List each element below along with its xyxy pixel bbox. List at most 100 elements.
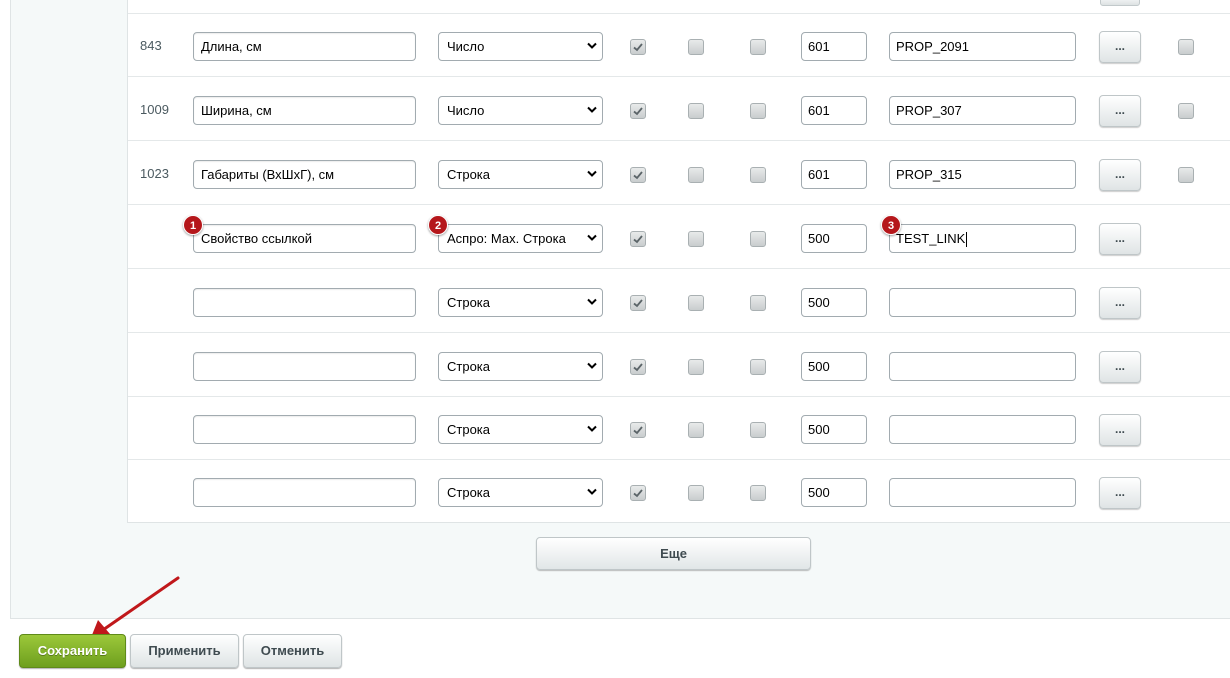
table-row-partial: [128, 0, 1230, 14]
more-button[interactable]: ...: [1099, 351, 1141, 383]
more-button[interactable]: ...: [1099, 31, 1141, 63]
property-code-input[interactable]: [889, 352, 1076, 381]
table-row: Строка 500 ...: [128, 397, 1230, 460]
multiple-checkbox[interactable]: [688, 231, 704, 247]
property-type-value: Аспро: Мах. Строка: [447, 231, 566, 246]
sort-input[interactable]: 500: [801, 224, 867, 253]
required-checkbox[interactable]: [750, 231, 766, 247]
property-code-input[interactable]: PROP_2091: [889, 32, 1076, 61]
sort-input[interactable]: 500: [801, 415, 867, 444]
delete-checkbox[interactable]: [1178, 103, 1194, 119]
property-code-input[interactable]: [889, 415, 1076, 444]
chevron-down-icon: [587, 425, 597, 432]
active-checkbox[interactable]: [630, 167, 646, 183]
property-type-select[interactable]: Строка: [438, 160, 603, 189]
sort-input[interactable]: 601: [801, 96, 867, 125]
check-icon: [633, 426, 643, 435]
delete-checkbox[interactable]: [1178, 39, 1194, 55]
active-checkbox[interactable]: [630, 422, 646, 438]
property-code-value: TEST_LINK: [896, 231, 966, 246]
apply-button[interactable]: Применить: [130, 634, 239, 668]
property-code-input[interactable]: [889, 478, 1076, 507]
more-button[interactable]: ...: [1099, 414, 1141, 446]
active-checkbox[interactable]: [630, 359, 646, 375]
required-checkbox[interactable]: [750, 167, 766, 183]
property-name-input[interactable]: [193, 478, 416, 507]
chevron-down-icon: [587, 42, 597, 49]
property-type-select[interactable]: Строка: [438, 288, 603, 317]
sort-input[interactable]: 601: [801, 160, 867, 189]
property-type-select[interactable]: Строка: [438, 415, 603, 444]
check-icon: [633, 43, 643, 52]
required-checkbox[interactable]: [750, 485, 766, 501]
property-name-input[interactable]: Длина, см: [193, 32, 416, 61]
more-button[interactable]: ...: [1099, 95, 1141, 127]
multiple-checkbox[interactable]: [688, 485, 704, 501]
required-checkbox[interactable]: [750, 39, 766, 55]
chevron-down-icon: [587, 362, 597, 369]
property-name-input[interactable]: [193, 288, 416, 317]
required-checkbox[interactable]: [750, 295, 766, 311]
show-more-button[interactable]: Еще: [536, 537, 811, 570]
property-name-input[interactable]: Ширина, см: [193, 96, 416, 125]
chevron-down-icon: [587, 234, 597, 241]
required-checkbox[interactable]: [750, 359, 766, 375]
property-type-select[interactable]: Число: [438, 96, 603, 125]
sort-input[interactable]: 500: [801, 288, 867, 317]
property-type-select[interactable]: Строка: [438, 352, 603, 381]
property-code-input[interactable]: [889, 288, 1076, 317]
more-button[interactable]: ...: [1099, 223, 1141, 255]
chevron-down-icon: [587, 298, 597, 305]
cancel-button[interactable]: Отменить: [243, 634, 342, 668]
property-type-select[interactable]: Число: [438, 32, 603, 61]
active-checkbox[interactable]: [630, 485, 646, 501]
active-checkbox[interactable]: [630, 231, 646, 247]
multiple-checkbox[interactable]: [688, 422, 704, 438]
check-icon: [633, 107, 643, 116]
property-name-input[interactable]: [193, 352, 416, 381]
active-checkbox[interactable]: [630, 295, 646, 311]
more-button[interactable]: ...: [1099, 477, 1141, 509]
property-type-value: Строка: [447, 485, 491, 500]
chevron-down-icon: [587, 170, 597, 177]
property-name-input[interactable]: [193, 415, 416, 444]
annotation-badge: 3: [881, 215, 901, 235]
property-id: 1023: [140, 166, 169, 181]
property-name-input[interactable]: Габариты (ВхШхГ), см: [193, 160, 416, 189]
chevron-down-icon: [587, 106, 597, 113]
multiple-checkbox[interactable]: [688, 359, 704, 375]
check-icon: [633, 489, 643, 498]
property-code-input[interactable]: TEST_LINK: [889, 224, 1076, 253]
multiple-checkbox[interactable]: [688, 167, 704, 183]
property-type-value: Строка: [447, 295, 491, 310]
property-code-input[interactable]: PROP_315: [889, 160, 1076, 189]
required-checkbox[interactable]: [750, 422, 766, 438]
more-button[interactable]: ...: [1099, 287, 1141, 319]
sort-input[interactable]: 500: [801, 478, 867, 507]
multiple-checkbox[interactable]: [688, 103, 704, 119]
annotation-badge: 2: [428, 215, 448, 235]
table-row: 1023 Габариты (ВхШхГ), см Строка 601 PRO…: [128, 142, 1230, 205]
multiple-checkbox[interactable]: [688, 39, 704, 55]
active-checkbox[interactable]: [630, 39, 646, 55]
property-type-select[interactable]: Строка: [438, 478, 603, 507]
text-cursor: [966, 232, 968, 248]
multiple-checkbox[interactable]: [688, 295, 704, 311]
sort-input[interactable]: 601: [801, 32, 867, 61]
delete-checkbox[interactable]: [1178, 167, 1194, 183]
table-row: 843 Длина, см Число 601 PROP_2091 ...: [128, 14, 1230, 77]
check-icon: [633, 363, 643, 372]
more-button[interactable]: ...: [1099, 159, 1141, 191]
property-id: 843: [140, 38, 162, 53]
property-code-input[interactable]: PROP_307: [889, 96, 1076, 125]
table-row: Строка 500 ...: [128, 460, 1230, 523]
table-row: Строка 500 ...: [128, 270, 1230, 333]
save-button[interactable]: Сохранить: [19, 634, 126, 668]
more-button-partial[interactable]: [1100, 0, 1140, 6]
property-type-select[interactable]: Аспро: Мах. Строка: [438, 224, 603, 253]
table-row: Свойство ссылкой Аспро: Мах. Строка 500 …: [128, 206, 1230, 269]
property-name-input[interactable]: Свойство ссылкой: [193, 224, 416, 253]
sort-input[interactable]: 500: [801, 352, 867, 381]
required-checkbox[interactable]: [750, 103, 766, 119]
active-checkbox[interactable]: [630, 103, 646, 119]
